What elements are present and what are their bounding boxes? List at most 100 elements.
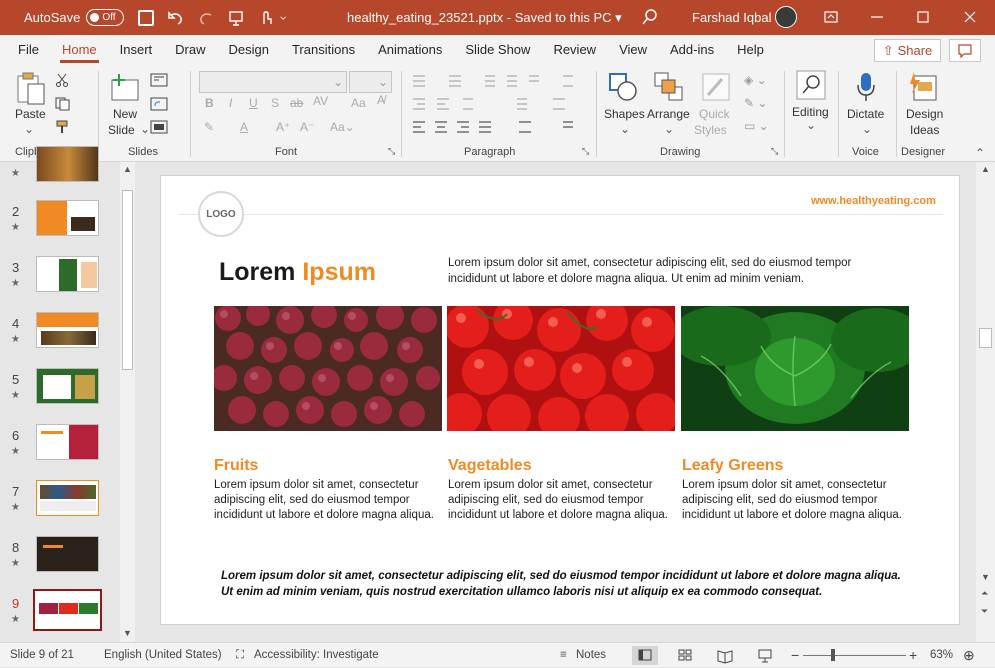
zoom-slider-track[interactable] <box>803 655 906 656</box>
notes-button[interactable]: Notes <box>576 649 606 661</box>
thumbnail-item[interactable]: 3 ★ <box>0 256 118 300</box>
redo-icon[interactable] <box>198 10 214 26</box>
quick-styles-label-1[interactable]: Quick <box>699 106 730 122</box>
tab-design[interactable]: Design <box>219 35 279 65</box>
slide-thumbnail[interactable] <box>36 536 99 572</box>
shapes-label[interactable]: Shapes <box>604 106 645 122</box>
ribbon-display-options-icon[interactable] <box>822 8 840 26</box>
design-ideas-label-2[interactable]: Ideas <box>910 122 939 138</box>
search-icon[interactable] <box>642 9 658 25</box>
quick-styles-label-2[interactable]: Styles <box>694 122 727 138</box>
slide-thumbnail[interactable] <box>36 424 99 460</box>
column-text-vegetables[interactable]: Lorem ipsum dolor sit amet, consectetur … <box>448 478 668 523</box>
thumbnail-item[interactable]: 4 ★ <box>0 312 118 356</box>
website-url[interactable]: www.healthyeating.com <box>811 195 936 207</box>
reading-view-button[interactable] <box>712 646 738 665</box>
highlight-color-icon[interactable]: ✎ <box>204 120 214 134</box>
language-indicator[interactable]: English (United States) <box>104 649 222 661</box>
tab-home[interactable]: Home <box>52 35 107 65</box>
tab-add-ins[interactable]: Add-ins <box>660 35 724 65</box>
shape-outline-icon[interactable]: ✎ ⌄ <box>744 96 767 110</box>
zoom-out-icon[interactable]: − <box>791 647 799 663</box>
italic-icon[interactable]: I <box>229 96 232 110</box>
font-size-dropdown-icon[interactable]: Aa⌄ <box>330 120 355 134</box>
document-title[interactable]: healthy_eating_23521.pptx - Saved to thi… <box>347 10 622 26</box>
thumbnail-item[interactable]: 8 ★ <box>0 536 118 580</box>
quick-styles-icon[interactable] <box>700 71 732 103</box>
user-name[interactable]: Farshad Iqbal <box>692 10 772 25</box>
zoom-in-icon[interactable]: + <box>909 647 917 663</box>
tab-animations[interactable]: Animations <box>368 35 452 65</box>
share-button[interactable]: ⇧ Share <box>874 39 941 62</box>
tab-transitions[interactable]: Transitions <box>282 35 365 65</box>
thumbnail-item[interactable]: ★ <box>0 146 118 190</box>
thumbnail-item[interactable]: 5 ★ <box>0 368 118 412</box>
thumbnail-item[interactable]: 7 ★ <box>0 480 118 524</box>
new-slide-icon[interactable] <box>109 72 141 104</box>
new-slide-label-2[interactable]: Slide <box>108 122 135 138</box>
drawing-launcher-icon[interactable]: ⤡ <box>771 146 778 157</box>
thumbnail-item[interactable]: 6 ★ <box>0 424 118 468</box>
paste-label[interactable]: Paste <box>15 106 46 122</box>
character-spacing-icon[interactable]: AV <box>313 94 328 108</box>
zoom-level[interactable]: 63% <box>930 649 953 661</box>
close-icon[interactable] <box>961 8 979 26</box>
slide-thumbnail[interactable] <box>36 200 99 236</box>
font-name-select[interactable]: ⌄ <box>199 71 347 93</box>
section-icon[interactable] <box>150 120 168 134</box>
font-color-icon[interactable]: A <box>240 120 248 134</box>
zoom-slider-handle[interactable] <box>831 649 835 661</box>
autosave-toggle[interactable]: Off <box>86 9 125 26</box>
paragraph-launcher-icon[interactable]: ⤡ <box>582 146 589 157</box>
autosave-control[interactable]: AutoSave Off <box>24 9 125 26</box>
dictate-label[interactable]: Dictate <box>847 106 884 122</box>
normal-view-button[interactable] <box>632 646 658 665</box>
font-size-select[interactable]: ⌄ <box>349 71 392 93</box>
intro-text[interactable]: Lorem ipsum dolor sit amet, consectetur … <box>448 255 893 287</box>
tab-help[interactable]: Help <box>727 35 774 65</box>
clear-formatting-icon[interactable]: A̸ <box>377 93 385 107</box>
scrollbar-thumb[interactable] <box>979 328 992 348</box>
leafy-greens-image[interactable] <box>681 306 909 431</box>
column-text-leafy-greens[interactable]: Lorem ipsum dolor sit amet, consectetur … <box>682 478 902 523</box>
column-heading-leafy-greens[interactable]: Leafy Greens <box>682 457 783 475</box>
thumbnail-item[interactable]: 2 ★ <box>0 200 118 244</box>
underline-icon[interactable]: U <box>249 96 258 110</box>
slide-thumbnail[interactable] <box>36 368 99 404</box>
previous-slide-icon[interactable]: ⏶ <box>981 588 988 599</box>
scroll-down-icon[interactable]: ▼ <box>981 572 990 582</box>
logo-placeholder[interactable]: LOGO <box>198 191 244 237</box>
user-avatar[interactable] <box>775 6 797 28</box>
slide-title[interactable]: Lorem Ipsum <box>219 258 376 287</box>
tomatoes-image[interactable] <box>447 306 675 431</box>
shape-effects-icon[interactable]: ▭ ⌄ <box>744 119 769 133</box>
design-ideas-icon[interactable] <box>906 70 940 104</box>
shapes-dropdown-icon[interactable]: ⌄ <box>620 122 630 136</box>
paste-dropdown-icon[interactable]: ⌄ <box>24 122 34 136</box>
font-launcher-icon[interactable]: ⤡ <box>388 146 395 157</box>
shadow-icon[interactable]: S <box>271 96 279 110</box>
column-heading-vegetables[interactable]: Vagetables <box>448 457 532 475</box>
collapse-ribbon-icon[interactable]: ⌃ <box>975 146 985 160</box>
change-case-icon[interactable]: Aa <box>351 96 366 110</box>
scrollbar-thumb[interactable] <box>122 190 133 370</box>
dictate-dropdown-icon[interactable]: ⌄ <box>862 122 872 136</box>
copy-icon[interactable] <box>55 97 71 111</box>
minimize-icon[interactable] <box>868 8 886 26</box>
undo-icon[interactable] <box>168 10 184 26</box>
save-icon[interactable] <box>138 9 155 26</box>
slide-thumbnail[interactable] <box>36 480 99 516</box>
thumbnail-item[interactable]: 9 ★ <box>0 589 118 636</box>
scroll-down-icon[interactable]: ▼ <box>123 628 132 638</box>
scroll-up-icon[interactable]: ▲ <box>123 164 132 174</box>
tab-file[interactable]: File <box>8 35 49 65</box>
shape-fill-icon[interactable]: ◈ ⌄ <box>744 73 767 87</box>
column-heading-fruits[interactable]: Fruits <box>214 457 258 475</box>
accessibility-status[interactable]: Accessibility: Investigate <box>254 649 379 661</box>
cut-icon[interactable] <box>55 73 69 87</box>
reset-icon[interactable] <box>150 97 168 111</box>
layout-icon[interactable] <box>150 73 168 87</box>
increase-font-icon[interactable]: A⁺ <box>276 120 290 134</box>
scroll-up-icon[interactable]: ▲ <box>981 164 990 174</box>
editing-dropdown-icon[interactable]: ⌄ <box>806 118 816 132</box>
